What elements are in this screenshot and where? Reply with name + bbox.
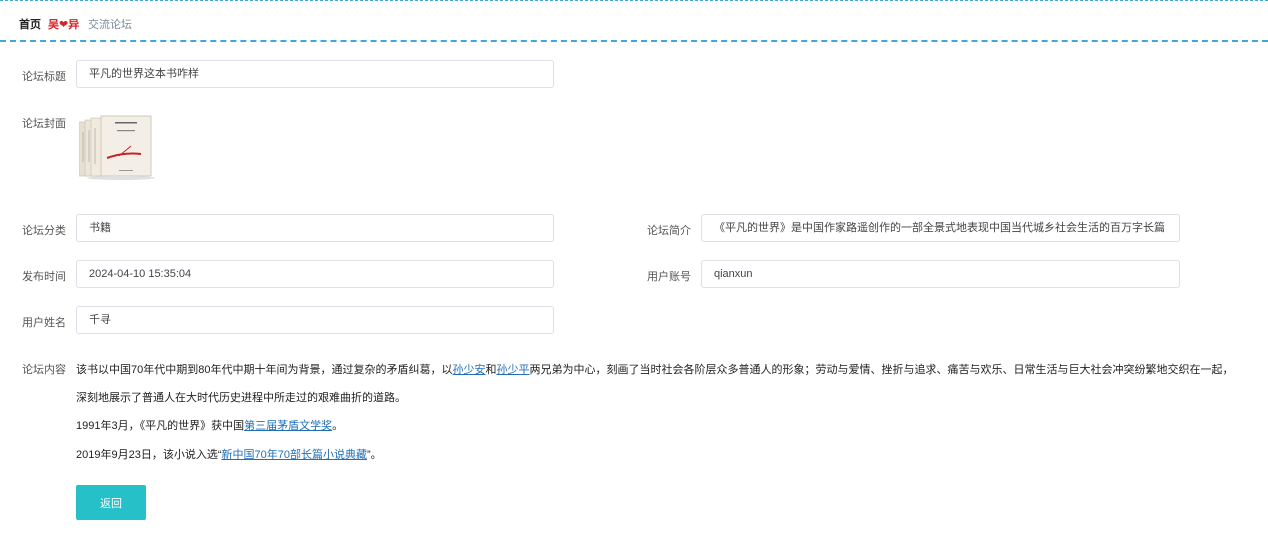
content-label: 论坛内容 (22, 364, 66, 376)
breadcrumb-separator: 吴❤异 (48, 19, 80, 31)
content-paragraph: 1991年3月，《平凡的世界》获中国第三届茅盾文学奖。 (76, 417, 343, 433)
back-button[interactable]: 返回 (76, 485, 146, 520)
category-label: 论坛分类 (22, 225, 66, 237)
title-field[interactable]: 平凡的世界这本书咋样 (76, 60, 554, 88)
category-field[interactable]: 书籍 (76, 214, 554, 242)
link-sun-shaoping[interactable]: 孙少平 (496, 364, 529, 376)
content-text: 和 (485, 364, 497, 376)
time-field[interactable]: 2024-04-10 15:35:04 (76, 260, 554, 288)
intro-field[interactable]: 《平凡的世界》是中国作家路遥创作的一部全景式地表现中国当代城乡社会生活的百万字长… (701, 214, 1180, 242)
content-text: 1991年3月，《平凡的世界》获中国 (76, 420, 245, 432)
cover-image (78, 112, 155, 180)
breadcrumb-home[interactable]: 首页 (19, 16, 41, 32)
breadcrumb-current[interactable]: 交流论坛 (88, 16, 132, 32)
account-label: 用户账号 (647, 271, 691, 283)
name-label: 用户姓名 (22, 317, 66, 329)
content-text: ”。 (366, 449, 382, 461)
content-paragraph: 2019年9月23日，该小说入选“新中国70年70部长篇小说典藏”。 (76, 446, 382, 462)
title-label: 论坛标题 (22, 71, 66, 83)
content-text: 2019年9月23日，该小说入选“ (76, 449, 222, 461)
name-field[interactable]: 千寻 (76, 306, 554, 334)
content-paragraph: 深刻地展示了普通人在大时代历史进程中所走过的艰难曲折的道路。 (76, 392, 406, 404)
content-text: 该书以中国70年代中期到80年代中期十年间为背景，通过复杂的矛盾纠葛，以 (76, 364, 453, 376)
content-paragraph: 该书以中国70年代中期到80年代中期十年间为背景，通过复杂的矛盾纠葛，以孙少安和… (76, 361, 1233, 377)
cover-label: 论坛封面 (22, 118, 66, 130)
content-text: 。 (332, 420, 344, 432)
link-maodun-award[interactable]: 第三届茅盾文学奖 (244, 420, 332, 432)
breadcrumb-bar: 首页 吴❤异 交流论坛 (0, 0, 1268, 42)
content-text: 两兄弟为中心，刻画了当时社会各阶层众多普通人的形象；劳动与爱情、挫折与追求、痛苦… (529, 364, 1234, 376)
time-label: 发布时间 (22, 271, 66, 283)
link-novel-collection[interactable]: 新中国70年70部长篇小说典藏 (222, 449, 367, 461)
intro-label: 论坛简介 (647, 225, 691, 237)
account-field[interactable]: qianxun (701, 260, 1180, 288)
link-sun-shaoan[interactable]: 孙少安 (452, 364, 485, 376)
